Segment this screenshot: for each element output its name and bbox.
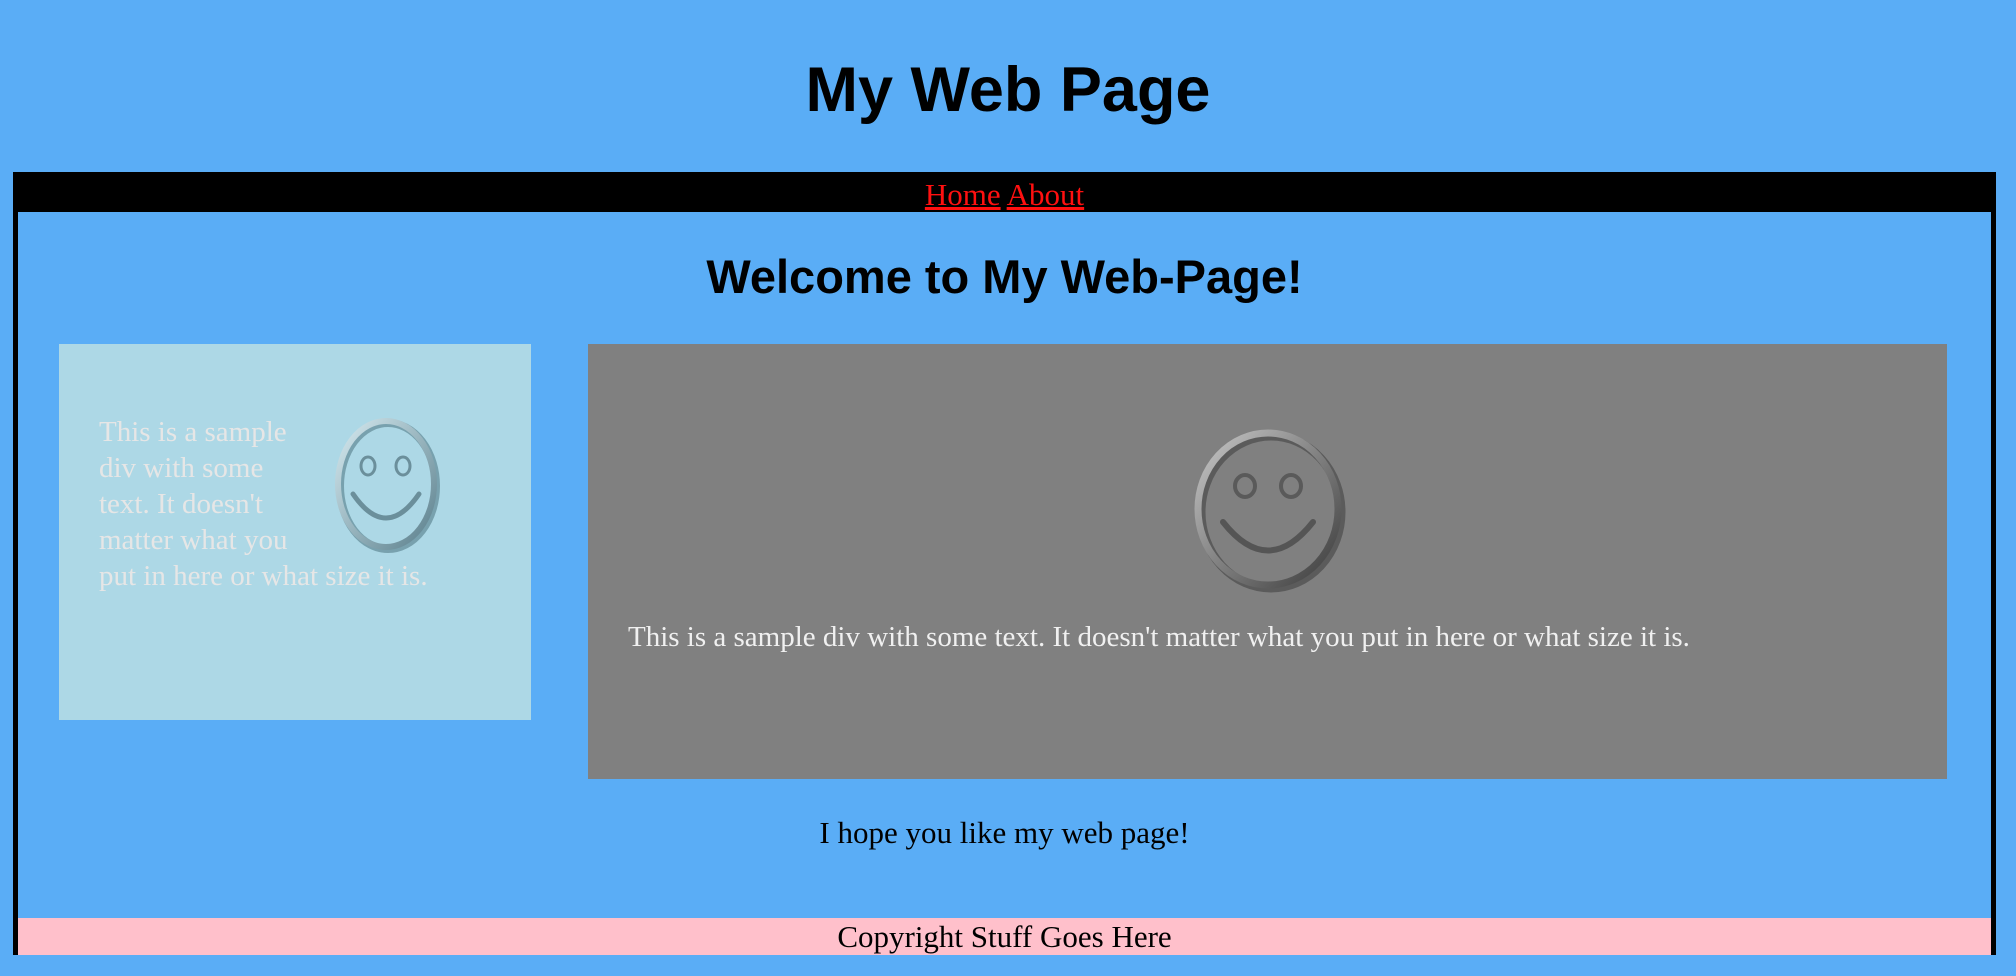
smiley-icon	[331, 414, 441, 554]
page-title: My Web Page	[805, 55, 1211, 125]
content-frame: Home About Welcome to My Web-Page! This …	[13, 172, 1996, 955]
welcome-heading: Welcome to My Web-Page!	[706, 250, 1303, 303]
card-text: This is a sample div with some text. It …	[628, 621, 1690, 653]
closing-message: I hope you like my web page!	[819, 815, 1190, 850]
nav-bar: Home About	[18, 177, 1991, 212]
sample-card-dark: This is a sample div with some text. It …	[588, 344, 1947, 779]
nav-link-home[interactable]: Home	[925, 177, 1001, 212]
smiley-icon	[1188, 424, 1348, 594]
nav-link-about[interactable]: About	[1007, 177, 1085, 212]
footer: Copyright Stuff Goes Here	[18, 918, 1991, 955]
sample-card-light: This is a sample div with some text. It …	[59, 344, 531, 720]
